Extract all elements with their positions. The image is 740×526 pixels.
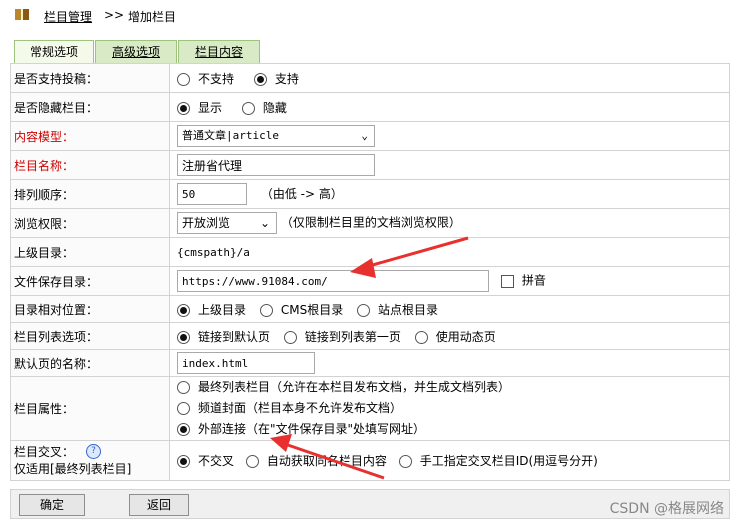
row-access: 浏览权限： 开放浏览 ⌄ （仅限制栏目里的文档浏览权限）: [10, 208, 730, 238]
row-name: 栏目名称： 注册省代理: [10, 150, 730, 180]
chevron-down-icon: ⌄: [361, 129, 368, 142]
help-icon[interactable]: ?: [86, 443, 102, 459]
label-order: 排列顺序：: [10, 179, 170, 209]
cross-sub-label: 仅适用[最终列表栏目]: [14, 461, 132, 476]
breadcrumb-separator: >>: [104, 8, 125, 22]
label-allow-submit: 是否支持投稿：: [10, 63, 170, 93]
label-parent-dir: 上级目录：: [10, 237, 170, 267]
radio-site-root[interactable]: 站点根目录: [357, 301, 438, 318]
back-button[interactable]: 返回: [129, 494, 189, 516]
radio-not-allow[interactable]: 不支持: [177, 70, 234, 87]
row-model: 内容模型： 普通文章|article ⌄: [10, 121, 730, 151]
access-hint: （仅限制栏目里的文档浏览权限）: [280, 215, 461, 230]
watermark: CSDN @格展网络: [609, 501, 724, 517]
radio-hide[interactable]: 隐藏: [241, 99, 287, 116]
chevron-down-icon: ⌄: [259, 216, 270, 230]
pinyin-label: 拼音: [521, 273, 546, 288]
breadcrumb-parent-link[interactable]: 栏目管理: [44, 8, 92, 25]
row-default-page: 默认页的名称： index.html: [10, 349, 730, 377]
pinyin-checkbox[interactable]: [500, 274, 514, 288]
order-hint: （由低 -> 高）: [260, 186, 343, 201]
row-parent-dir: 上级目录： {cmspath}/a: [10, 237, 730, 267]
radio-no-cross[interactable]: 不交叉: [177, 452, 234, 469]
book-icon: [15, 9, 29, 20]
radio-dynamic-page[interactable]: 使用动态页: [414, 328, 496, 345]
radio-external-link[interactable]: 外部连接（在"文件保存目录"处填写网址）: [177, 419, 729, 440]
save-dir-input[interactable]: https://www.91084.com/: [177, 270, 489, 292]
tab-advanced[interactable]: 高级选项: [95, 40, 177, 64]
breadcrumb: 栏目管理 >> 增加栏目: [0, 0, 740, 32]
radio-link-default[interactable]: 链接到默认页: [177, 328, 270, 345]
label-access: 浏览权限：: [10, 208, 170, 238]
label-hide: 是否隐藏栏目：: [10, 92, 170, 122]
parent-dir-value: {cmspath}/a: [169, 237, 730, 267]
breadcrumb-current: 增加栏目: [128, 10, 177, 24]
access-select[interactable]: 开放浏览 ⌄: [177, 212, 277, 234]
radio-link-first-page[interactable]: 链接到列表第一页: [283, 328, 401, 345]
radio-final-list[interactable]: 最终列表栏目（允许在本栏目发布文档，并生成文档列表）: [177, 377, 729, 398]
radio-allow[interactable]: 支持: [253, 70, 299, 87]
row-hide: 是否隐藏栏目： 显示 隐藏: [10, 92, 730, 122]
label-default-page: 默认页的名称：: [10, 349, 170, 377]
column-form: 是否支持投稿： 不支持 支持 是否隐藏栏目： 显示 隐藏 内容模型： 普通文章|…: [10, 63, 730, 481]
model-select[interactable]: 普通文章|article ⌄: [177, 125, 375, 147]
label-model: 内容模型：: [10, 121, 170, 151]
label-name: 栏目名称：: [10, 150, 170, 180]
radio-cms-root[interactable]: CMS根目录: [259, 301, 343, 318]
radio-manual-cross[interactable]: 手工指定交叉栏目ID(用逗号分开): [398, 452, 598, 469]
radio-channel-cover[interactable]: 频道封面（栏目本身不允许发布文档）: [177, 398, 729, 419]
radio-auto-cross[interactable]: 自动获取同名栏目内容: [245, 452, 387, 469]
row-order: 排列顺序： 50 （由低 -> 高）: [10, 179, 730, 209]
label-list-opt: 栏目列表选项：: [10, 322, 170, 350]
row-dir-pos: 目录相对位置： 上级目录 CMS根目录 站点根目录: [10, 295, 730, 323]
label-cross: 栏目交叉：? 仅适用[最终列表栏目]: [10, 440, 170, 481]
row-cross: 栏目交叉：? 仅适用[最终列表栏目] 不交叉 自动获取同名栏目内容 手工指定交叉…: [10, 440, 730, 481]
order-input[interactable]: 50: [177, 183, 247, 205]
radio-parent-dir[interactable]: 上级目录: [177, 301, 246, 318]
radio-show[interactable]: 显示: [177, 99, 222, 116]
tab-general[interactable]: 常规选项: [14, 40, 94, 64]
tab-content[interactable]: 栏目内容: [178, 40, 260, 64]
default-page-input[interactable]: index.html: [177, 352, 315, 374]
label-dir-pos: 目录相对位置：: [10, 295, 170, 323]
row-attr: 栏目属性： 最终列表栏目（允许在本栏目发布文档，并生成文档列表） 频道封面（栏目…: [10, 376, 730, 441]
row-save-dir: 文件保存目录： https://www.91084.com/ 拼音: [10, 266, 730, 296]
ok-button[interactable]: 确定: [19, 494, 85, 516]
label-save-dir: 文件保存目录：: [10, 266, 170, 296]
row-allow-submit: 是否支持投稿： 不支持 支持: [10, 63, 730, 93]
row-list-opt: 栏目列表选项： 链接到默认页 链接到列表第一页 使用动态页: [10, 322, 730, 350]
label-attr: 栏目属性：: [10, 376, 170, 441]
column-name-input[interactable]: 注册省代理: [177, 154, 375, 176]
